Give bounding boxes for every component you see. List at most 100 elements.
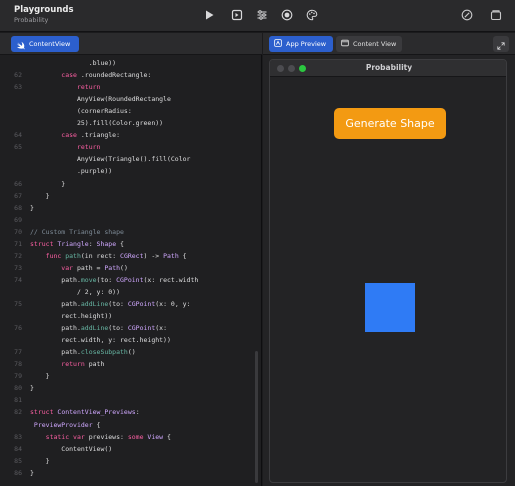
code-line[interactable]: 70 // Custom Triangle shape	[0, 226, 262, 238]
code-token: 25).fill(Color.green))	[30, 119, 164, 128]
line-number: 71	[14, 239, 22, 248]
play-icon[interactable]	[201, 7, 217, 23]
toolbar: Playgrounds Probability	[0, 0, 515, 32]
code-token: CGRect	[120, 251, 144, 260]
code-line[interactable]: 67 }	[0, 190, 262, 202]
code-line[interactable]: AnyView(Triangle().fill(Color	[0, 153, 262, 165]
code-line[interactable]: 81	[0, 394, 262, 406]
library-icon[interactable]	[488, 7, 504, 23]
code-line[interactable]: PreviewProvider {	[0, 419, 262, 431]
code-line[interactable]: 66 }	[0, 178, 262, 190]
code-line[interactable]: 83 static var previews: some View {	[0, 431, 262, 443]
code-token: }	[30, 384, 34, 393]
code-line[interactable]: rect.height))	[0, 310, 262, 322]
code-token: View	[147, 432, 164, 441]
code-token: // Custom Triangle shape	[30, 227, 124, 236]
code-line[interactable]: rect.width, y: rect.height))	[0, 334, 262, 346]
code-line[interactable]: 82 struct ContentView_Previews:	[0, 406, 262, 418]
code-line[interactable]: 25).fill(Color.green))	[0, 117, 262, 129]
code-token: ) ->	[143, 251, 164, 260]
code-line[interactable]: AnyView(RoundedRectangle	[0, 93, 262, 105]
code-token: path.	[30, 300, 81, 308]
expand-button[interactable]	[493, 36, 509, 52]
line-source: }	[30, 190, 50, 202]
line-source: rect.height))	[30, 310, 112, 322]
window-icon	[341, 39, 349, 49]
code-line[interactable]: 71 struct Triangle: Shape {	[0, 238, 262, 250]
line-number: 82	[14, 408, 22, 417]
code-token: .triangle:	[80, 131, 121, 140]
code-line[interactable]: 76 path.addLine(to: CGPoint(x:	[0, 322, 262, 334]
line-number: 62	[14, 71, 22, 80]
check-circle-icon[interactable]	[459, 7, 475, 23]
code-line[interactable]: 85 }	[0, 455, 262, 467]
line-number: 69	[14, 215, 22, 224]
line-source: rect.width, y: rect.height))	[30, 334, 171, 346]
step-icon[interactable]	[229, 7, 245, 23]
code-line[interactable]: 84 ContentView()	[0, 443, 262, 455]
code-token: (to:	[108, 300, 128, 308]
tab-label: ContentView	[29, 40, 71, 48]
code-line[interactable]: 77 path.closeSubpath()	[0, 346, 262, 358]
code-token: }	[30, 179, 66, 188]
code-line[interactable]: 68}	[0, 202, 262, 214]
code-token: case	[30, 71, 81, 80]
line-number: 84	[14, 444, 22, 453]
line-number: 86	[14, 468, 22, 477]
tab-content-view-preview[interactable]: Content View	[336, 36, 402, 52]
code-token: case	[30, 131, 81, 140]
line-source: path.addLine(to: CGPoint(x: 0, y:	[30, 298, 190, 310]
code-token: move	[80, 275, 97, 284]
sliders-icon[interactable]	[254, 7, 270, 23]
code-token: .blue))	[30, 59, 117, 67]
code-line[interactable]: 63 return	[0, 81, 262, 93]
line-source: return	[30, 141, 101, 153]
code-line[interactable]: 73 var path = Path()	[0, 262, 262, 274]
tab-content-view[interactable]: ContentView	[11, 36, 79, 52]
palette-icon[interactable]	[304, 7, 320, 23]
line-number: 65	[14, 143, 22, 152]
line-number: 67	[14, 191, 22, 200]
tab-app-preview[interactable]: App Preview	[269, 36, 333, 52]
code-line[interactable]: 79 }	[0, 370, 262, 382]
line-source: AnyView(Triangle().fill(Color	[30, 153, 191, 165]
preview-pane: App Preview Content View Probability Gen…	[263, 33, 515, 486]
line-source: (cornerRadius:	[30, 105, 132, 117]
code-line[interactable]: .blue))	[0, 57, 262, 69]
code-token: path	[88, 360, 105, 369]
code-token: }	[30, 203, 34, 212]
code-line[interactable]: 74 path.move(to: CGPoint(x: rect.width	[0, 274, 262, 286]
code-line[interactable]: / 2, y: 0))	[0, 286, 262, 298]
code-token: ContentView()	[30, 444, 113, 453]
code-token: closeSubpath	[80, 348, 128, 357]
code-line[interactable]: .purple))	[0, 165, 262, 177]
code-token: / 2, y: 0))	[30, 287, 121, 296]
line-number: 70	[14, 227, 22, 236]
code-token: var	[30, 263, 77, 272]
line-source: }	[30, 178, 65, 190]
code-line[interactable]: 62 case .roundedRectangle:	[0, 69, 262, 81]
swift-icon	[16, 35, 25, 54]
code-editor[interactable]: ContentView .blue)) 62 case .roundedRecta…	[0, 33, 262, 486]
code-line[interactable]: 75 path.addLine(to: CGPoint(x: 0, y:	[0, 298, 262, 310]
code-line[interactable]: 78 return path	[0, 358, 262, 370]
code-line[interactable]: 72 func path(in rect: CGRect) -> Path {	[0, 250, 262, 262]
code-token: previews:	[88, 432, 128, 441]
window-title: Probability	[365, 63, 413, 72]
line-number: 79	[14, 372, 22, 381]
line-number: 68	[14, 203, 22, 212]
code-line[interactable]: 69	[0, 214, 262, 226]
code-line[interactable]: 64 case .triangle:	[0, 129, 262, 141]
code-line[interactable]: 86}	[0, 467, 262, 479]
line-source: case .roundedRectangle:	[30, 69, 151, 81]
line-source: }	[30, 455, 50, 467]
code-line[interactable]: 80}	[0, 382, 262, 394]
code-line[interactable]: 65 return	[0, 141, 262, 153]
code-token: (to:	[96, 275, 117, 284]
record-icon[interactable]	[279, 7, 295, 23]
generate-shape-button[interactable]: Generate Shape	[334, 108, 446, 139]
code-line[interactable]: (cornerRadius:	[0, 105, 262, 117]
line-number: 73	[14, 263, 22, 272]
editor-scrollbar[interactable]	[255, 351, 258, 483]
code-token: {	[163, 432, 171, 441]
